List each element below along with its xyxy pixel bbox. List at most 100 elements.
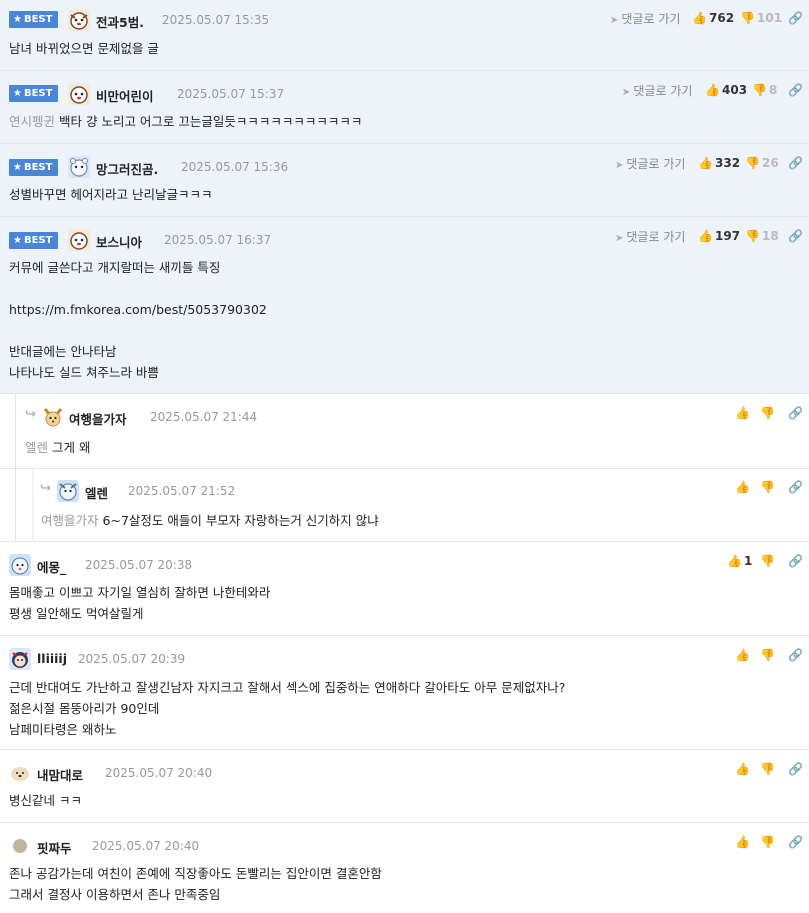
downvote-button[interactable]: 👎	[760, 406, 777, 420]
link-icon[interactable]: 🔗	[788, 156, 803, 170]
nickname[interactable]: 비만어린이	[96, 86, 154, 105]
link-icon[interactable]: 🔗	[788, 554, 803, 568]
nickname[interactable]: 엘렌	[85, 483, 108, 502]
downvote-button[interactable]: 👎 18	[745, 229, 779, 243]
mention-tag[interactable]: 여행을가자	[41, 513, 99, 528]
downvote-button[interactable]: 👎 26	[745, 156, 779, 170]
link-icon[interactable]: 🔗	[788, 762, 803, 776]
mention-tag[interactable]: 연시펭귄	[9, 114, 55, 129]
best-comment: ★ BEST 비만어린이 2025.05.07 15:37 ➤ 댓글로 가기 👍 40…	[0, 71, 809, 144]
comment-date: 2025.05.07 15:37	[177, 87, 285, 101]
upvote-button[interactable]: 👍	[735, 406, 752, 420]
thumbs-up-icon: 👍	[735, 762, 750, 776]
nickname[interactable]: 여행을가자	[69, 409, 127, 428]
go-to-reply-button[interactable]: ➤ 댓글로 가기	[622, 82, 692, 99]
comment-date: 2025.05.07 16:37	[164, 233, 272, 247]
comment-text: 연시펭귄 백타 걍 노리고 어그로 끄는글일듯ㅋㅋㅋㅋㅋㅋㅋㅋㅋㅋㅋ	[9, 114, 363, 129]
best-badge: ★ BEST	[9, 85, 59, 102]
downvote-button[interactable]: 👎	[760, 648, 777, 662]
comment-text: 성별바꾸면 헤어지라고 난리날글ㅋㅋㅋ	[9, 187, 213, 202]
avatar[interactable]	[9, 554, 31, 576]
upvote-button[interactable]: 👍 403	[705, 83, 747, 97]
star-icon: ★	[13, 235, 22, 246]
downvote-button[interactable]: 👎	[760, 554, 777, 568]
thumbs-up-icon: 👍	[735, 648, 750, 662]
downvote-button[interactable]: 👎	[760, 835, 777, 849]
nickname[interactable]: 보스니아	[96, 232, 142, 251]
best-badge: ★ BEST	[9, 159, 59, 176]
thumbs-down-icon: 👎	[760, 762, 775, 776]
reply-arrow-icon: ↪	[25, 407, 36, 422]
comment-date: 2025.05.07 20:38	[85, 558, 193, 572]
send-icon: ➤	[615, 160, 624, 171]
upvote-button[interactable]: 👍 762	[692, 11, 734, 25]
comment-date: 2025.05.07 15:36	[181, 160, 289, 174]
go-to-reply-button[interactable]: ➤ 댓글로 가기	[615, 155, 685, 172]
nickname[interactable]: 내맘대로	[37, 765, 83, 784]
nickname[interactable]: 에몽_	[37, 557, 66, 576]
thumbs-down-icon: 👎	[740, 11, 755, 25]
go-to-reply-button[interactable]: ➤ 댓글로 가기	[615, 228, 685, 245]
comment-text: 병신같네 ㅋㅋ	[9, 793, 82, 808]
send-icon: ➤	[622, 87, 631, 98]
link-icon[interactable]: 🔗	[788, 480, 803, 494]
link-icon[interactable]: 🔗	[788, 835, 803, 849]
comment-text: 여행을가자 6~7살정도 애들이 부모자 자랑하는거 신기하지 않냐	[41, 513, 379, 528]
star-icon: ★	[13, 162, 22, 173]
thumbs-down-icon: 👎	[745, 156, 760, 170]
downvote-button[interactable]: 👎 101	[740, 11, 782, 25]
downvote-button[interactable]: 👎	[760, 480, 777, 494]
avatar[interactable]	[9, 762, 31, 784]
link-icon[interactable]: 🔗	[788, 11, 803, 25]
downvote-button[interactable]: 👎	[760, 762, 777, 776]
nickname[interactable]: 핏짜두	[37, 838, 72, 857]
nickname[interactable]: lliiiij	[37, 651, 67, 666]
thread-line	[15, 394, 16, 468]
comment-date: 2025.05.07 15:35	[162, 13, 270, 27]
link-icon[interactable]: 🔗	[788, 406, 803, 420]
comment-text: 커뮤에 글쓴다고 개지랄떠는 새끼들 특징 https://m.fmkorea.…	[9, 260, 267, 380]
avatar[interactable]	[68, 83, 90, 105]
mention-tag[interactable]: 엘렌	[25, 440, 48, 455]
avatar[interactable]	[68, 156, 90, 178]
reply-arrow-icon: ↪	[40, 481, 51, 496]
send-icon: ➤	[610, 15, 619, 26]
thumbs-up-icon: 👍	[692, 11, 707, 25]
thumbs-down-icon: 👎	[752, 83, 767, 97]
link-icon[interactable]: 🔗	[788, 648, 803, 662]
comment: 핏짜두 2025.05.07 20:40 👍 👎 🔗 존나 공감가는데 여친이 …	[0, 823, 809, 913]
avatar[interactable]	[9, 835, 31, 857]
upvote-button[interactable]: 👍 197	[698, 229, 740, 243]
avatar[interactable]	[68, 229, 90, 251]
avatar[interactable]	[42, 406, 64, 428]
downvote-button[interactable]: 👎 8	[752, 83, 777, 97]
comment: lliiiij 2025.05.07 20:39 👍 👎 🔗 근데 반대여도 가…	[0, 636, 809, 750]
thumbs-up-icon: 👍	[698, 156, 713, 170]
go-to-reply-button[interactable]: ➤ 댓글로 가기	[610, 10, 680, 27]
nickname[interactable]: 망그러진곰.	[96, 159, 158, 178]
comment: 내맘대로 2025.05.07 20:40 👍 👎 🔗 병신같네 ㅋㅋ	[0, 750, 809, 823]
comment-link[interactable]: https://m.fmkorea.com/best/5053790302	[9, 299, 267, 320]
thumbs-down-icon: 👎	[760, 835, 775, 849]
thumbs-up-icon: 👍	[727, 554, 742, 568]
thumbs-down-icon: 👎	[745, 229, 760, 243]
nickname[interactable]: 전과5범.	[96, 12, 144, 31]
comment-text: 존나 공감가는데 여친이 존예에 직장좋아도 돈빨리는 집안이면 결혼안함 그래서…	[9, 866, 382, 902]
upvote-button[interactable]: 👍	[735, 762, 752, 776]
star-icon: ★	[13, 88, 22, 99]
avatar[interactable]	[57, 480, 79, 502]
upvote-button[interactable]: 👍 1	[727, 554, 752, 568]
thumbs-up-icon: 👍	[735, 406, 750, 420]
comment-date: 2025.05.07 20:40	[105, 766, 213, 780]
comment-text: 엘렌 그게 왜	[25, 440, 91, 455]
link-icon[interactable]: 🔗	[788, 83, 803, 97]
upvote-button[interactable]: 👍	[735, 480, 752, 494]
thumbs-down-icon: 👎	[760, 554, 775, 568]
upvote-button[interactable]: 👍	[735, 648, 752, 662]
avatar[interactable]	[68, 9, 90, 31]
upvote-button[interactable]: 👍 332	[698, 156, 740, 170]
upvote-button[interactable]: 👍	[735, 835, 752, 849]
best-comment: ★ BEST 망그러진곰. 2025.05.07 15:36 ➤ 댓글로 가기 👍 3…	[0, 144, 809, 217]
avatar[interactable]	[9, 648, 31, 670]
link-icon[interactable]: 🔗	[788, 229, 803, 243]
